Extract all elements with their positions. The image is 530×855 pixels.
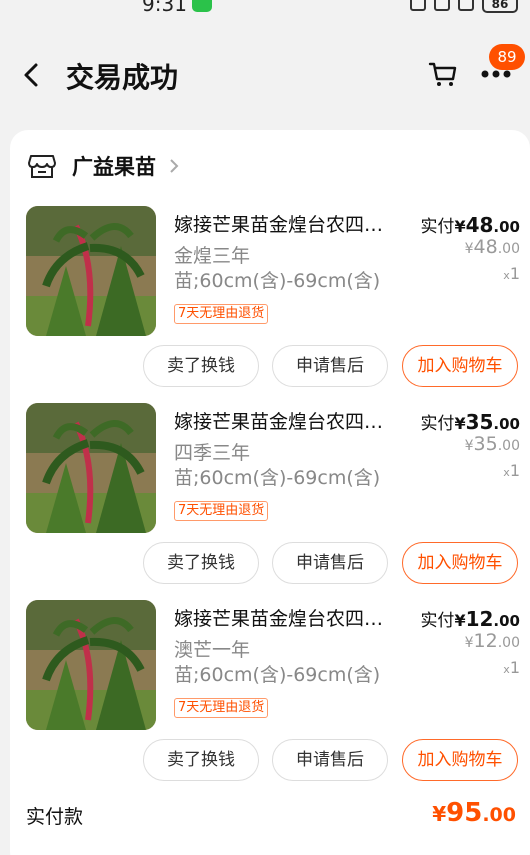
price-paid: 实付¥12.00 [420, 606, 520, 631]
order-item: 嫁接芒果苗金煌台农四… 四季三年苗;60cm(含)-69cm(含) 7天无理由退… [26, 403, 526, 600]
qty-value: 1 [509, 461, 520, 480]
price-original: ¥12.00 [465, 630, 520, 652]
product-image[interactable] [26, 600, 156, 730]
paid-label: 实付 [420, 217, 455, 237]
price-paid: 实付¥35.00 [420, 409, 520, 434]
qty-value: 1 [509, 264, 520, 283]
total-dec: .00 [482, 804, 516, 826]
back-icon[interactable] [20, 62, 44, 88]
order-item: 嫁接芒果苗金煌台农四… 澳芒一年苗;60cm(含)-69cm(含) 7天无理由退… [26, 600, 526, 797]
currency-symbol: ¥ [454, 414, 466, 433]
header: 交易成功 89 [0, 16, 530, 128]
order-card: 广益果苗 嫁接芒果苗金煌台农四… 金煌三年苗;60cm(含)-69cm(含) 7… [10, 130, 530, 855]
shop-icon [28, 155, 56, 178]
quantity: x1 [503, 461, 520, 480]
product-title[interactable]: 嫁接芒果苗金煌台农四… [174, 407, 400, 434]
status-bar: 9:31 86 [0, 0, 530, 16]
paid-int: 48 [465, 213, 494, 237]
orig-int: 35 [473, 433, 498, 455]
refund-tag: 7天无理由退货 [174, 304, 269, 324]
product-spec: 四季三年苗;60cm(含)-69cm(含) [174, 442, 381, 489]
currency-symbol: ¥ [454, 611, 466, 630]
add-to-cart-button[interactable]: 加入购物车 [402, 542, 518, 584]
price-original: ¥35.00 [465, 433, 520, 455]
after-sale-button[interactable]: 申请售后 [272, 739, 388, 781]
paid-int: 35 [465, 410, 494, 434]
wechat-icon [192, 0, 212, 12]
refund-tag: 7天无理由退货 [174, 501, 269, 521]
add-to-cart-button[interactable]: 加入购物车 [402, 345, 518, 387]
shop-name: 广益果苗 [72, 155, 156, 179]
chevron-right-icon [170, 159, 179, 173]
product-spec: 金煌三年苗;60cm(含)-69cm(含) [174, 245, 381, 292]
paid-label: 实付 [420, 414, 455, 434]
currency-symbol: ¥ [464, 438, 474, 454]
total-label: 实付款 [26, 806, 84, 828]
product-title[interactable]: 嫁接芒果苗金煌台农四… [174, 604, 400, 631]
cart-icon[interactable] [428, 60, 458, 88]
product-title[interactable]: 嫁接芒果苗金煌台农四… [174, 210, 400, 237]
vibrate-icon [410, 0, 426, 11]
sell-button[interactable]: 卖了换钱 [143, 739, 259, 781]
after-sale-button[interactable]: 申请售后 [272, 542, 388, 584]
paid-label: 实付 [420, 611, 455, 631]
refund-tag: 7天无理由退货 [174, 698, 269, 718]
orig-dec: .00 [497, 635, 520, 651]
paid-dec: .00 [493, 612, 520, 630]
add-to-cart-button[interactable]: 加入购物车 [402, 739, 518, 781]
sell-button[interactable]: 卖了换钱 [143, 345, 259, 387]
status-icons: 86 [410, 0, 518, 14]
sell-button[interactable]: 卖了换钱 [143, 542, 259, 584]
orig-int: 48 [473, 236, 498, 258]
wifi-icon [434, 0, 450, 11]
qty-value: 1 [509, 658, 520, 677]
total-row: 实付款 ¥95.00 [26, 798, 516, 834]
orig-int: 12 [473, 630, 498, 652]
order-item: 嫁接芒果苗金煌台农四… 金煌三年苗;60cm(含)-69cm(含) 7天无理由退… [26, 206, 526, 403]
total-amount: ¥95.00 [432, 798, 516, 828]
after-sale-button[interactable]: 申请售后 [272, 345, 388, 387]
status-time: 9:31 [142, 0, 187, 16]
orig-dec: .00 [497, 241, 520, 257]
currency-symbol: ¥ [454, 217, 466, 236]
quantity: x1 [503, 264, 520, 283]
total-currency: ¥ [432, 802, 447, 826]
signal-icon [458, 0, 474, 11]
currency-symbol: ¥ [464, 635, 474, 651]
product-image[interactable] [26, 206, 156, 336]
battery-icon: 86 [482, 0, 518, 13]
product-image[interactable] [26, 403, 156, 533]
shop-row[interactable]: 广益果苗 [28, 150, 180, 182]
paid-dec: .00 [493, 218, 520, 236]
price-original: ¥48.00 [465, 236, 520, 258]
paid-dec: .00 [493, 415, 520, 433]
page-title: 交易成功 [66, 61, 179, 94]
quantity: x1 [503, 658, 520, 677]
currency-symbol: ¥ [464, 241, 474, 257]
paid-int: 12 [465, 607, 494, 631]
product-spec: 澳芒一年苗;60cm(含)-69cm(含) [174, 639, 381, 686]
total-int: 95 [446, 798, 483, 828]
cart-badge: 89 [489, 44, 525, 70]
orig-dec: .00 [497, 438, 520, 454]
price-paid: 实付¥48.00 [420, 212, 520, 237]
